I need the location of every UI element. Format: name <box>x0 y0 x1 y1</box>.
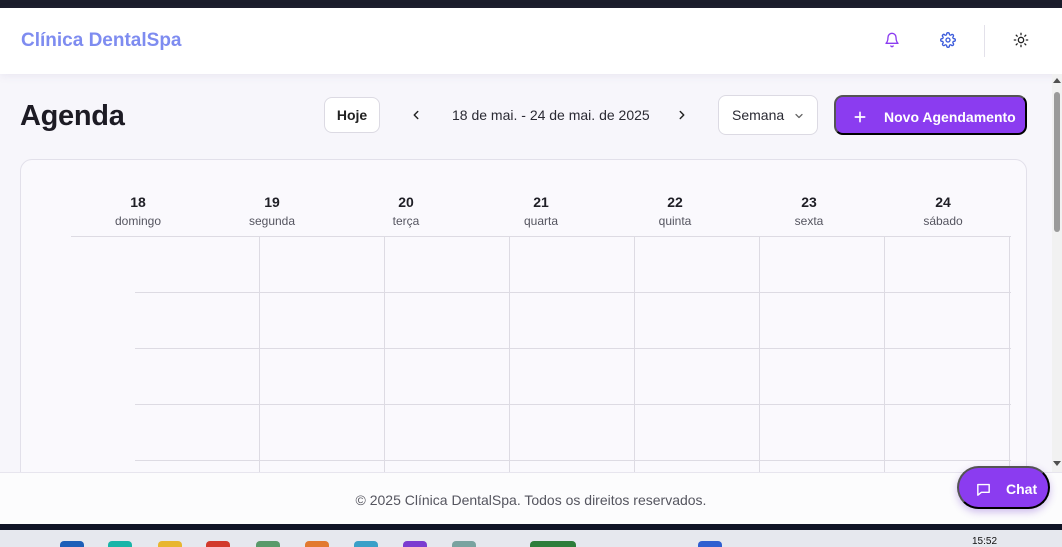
grid-column-divider <box>884 237 885 488</box>
taskbar-app-icon[interactable] <box>60 541 84 547</box>
day-name: segunda <box>248 214 296 228</box>
grid-column-divider <box>634 237 635 488</box>
new-appointment-button[interactable]: Novo Agendamento <box>834 95 1027 135</box>
taskbar-app-icon[interactable] <box>354 541 378 547</box>
taskbar-app-icon[interactable] <box>305 541 329 547</box>
page-footer: © 2025 Clínica DentalSpa. Todos os direi… <box>0 472 1062 524</box>
date-range-label: 18 de mai. - 24 de mai. de 2025 <box>452 107 650 123</box>
time-slot-line <box>135 348 1011 349</box>
page-title: Agenda <box>20 100 125 132</box>
grid-column-divider <box>1009 237 1010 488</box>
day-header[interactable]: 23 sexta <box>754 194 864 228</box>
time-slot-line <box>135 404 1011 405</box>
grid-header-line <box>71 236 1011 237</box>
header-divider <box>984 25 985 57</box>
chevron-right-icon[interactable] <box>673 106 691 124</box>
chevron-left-icon[interactable] <box>407 106 425 124</box>
taskbar-app-icon[interactable] <box>530 541 576 547</box>
new-appointment-label: Novo Agendamento <box>884 109 1016 125</box>
scroll-up-icon[interactable] <box>1053 78 1061 83</box>
app-header: Clínica DentalSpa <box>0 8 1062 74</box>
grid-column-divider <box>384 237 385 488</box>
footer-copyright: © 2025 Clínica DentalSpa. Todos os direi… <box>355 492 707 508</box>
day-name: quarta <box>523 214 559 228</box>
day-name: sábado <box>923 214 963 228</box>
chat-label: Chat <box>1006 481 1038 497</box>
day-header[interactable]: 22 quinta <box>620 194 730 228</box>
plus-icon <box>852 109 868 128</box>
grid-column-divider <box>759 237 760 488</box>
taskbar-app-icon[interactable] <box>403 541 427 547</box>
day-number: 19 <box>264 194 280 210</box>
gear-icon[interactable] <box>938 30 958 50</box>
view-select-value: Semana <box>732 107 785 123</box>
brand-logo-text[interactable]: Clínica DentalSpa <box>21 30 182 52</box>
day-number: 20 <box>398 194 414 210</box>
time-slot-line <box>135 460 1011 461</box>
day-header[interactable]: 19 segunda <box>217 194 327 228</box>
sun-icon[interactable] <box>1011 30 1031 50</box>
page-scrollbar[interactable] <box>1052 74 1062 472</box>
taskbar-clock[interactable]: 15:52 <box>972 536 997 547</box>
day-number: 23 <box>801 194 817 210</box>
day-number: 24 <box>935 194 951 210</box>
day-name: sexta <box>794 214 824 228</box>
chat-icon <box>975 481 992 501</box>
day-number: 18 <box>130 194 146 210</box>
grid-column-divider <box>259 237 260 488</box>
day-name: terça <box>392 214 420 228</box>
bell-icon[interactable] <box>882 30 902 50</box>
taskbar-app-icon[interactable] <box>698 541 722 547</box>
day-number: 22 <box>667 194 683 210</box>
day-name: quinta <box>658 214 692 228</box>
taskbar-app-icon[interactable] <box>158 541 182 547</box>
scroll-down-icon[interactable] <box>1053 461 1061 466</box>
taskbar-app-icon[interactable] <box>256 541 280 547</box>
window-top-bar <box>0 0 1062 8</box>
day-header[interactable]: 24 sábado <box>888 194 998 228</box>
time-slot-line <box>135 292 1011 293</box>
taskbar-app-icon[interactable] <box>206 541 230 547</box>
os-taskbar: 15:52 <box>0 524 1062 547</box>
day-name: domingo <box>114 214 162 228</box>
scrollbar-thumb[interactable] <box>1054 92 1060 232</box>
day-number: 21 <box>533 194 549 210</box>
week-calendar: 18 domingo 19 segunda 20 terça 21 quarta… <box>20 159 1027 489</box>
taskbar-app-icon[interactable] <box>452 541 476 547</box>
view-select[interactable]: Semana <box>718 95 818 135</box>
day-header[interactable]: 20 terça <box>351 194 461 228</box>
grid-column-divider <box>509 237 510 488</box>
day-header[interactable]: 21 quarta <box>486 194 596 228</box>
chevron-down-icon <box>793 109 805 125</box>
day-header[interactable]: 18 domingo <box>83 194 193 228</box>
taskbar-app-icon[interactable] <box>108 541 132 547</box>
today-button[interactable]: Hoje <box>324 97 380 133</box>
chat-button[interactable]: Chat <box>957 466 1050 509</box>
